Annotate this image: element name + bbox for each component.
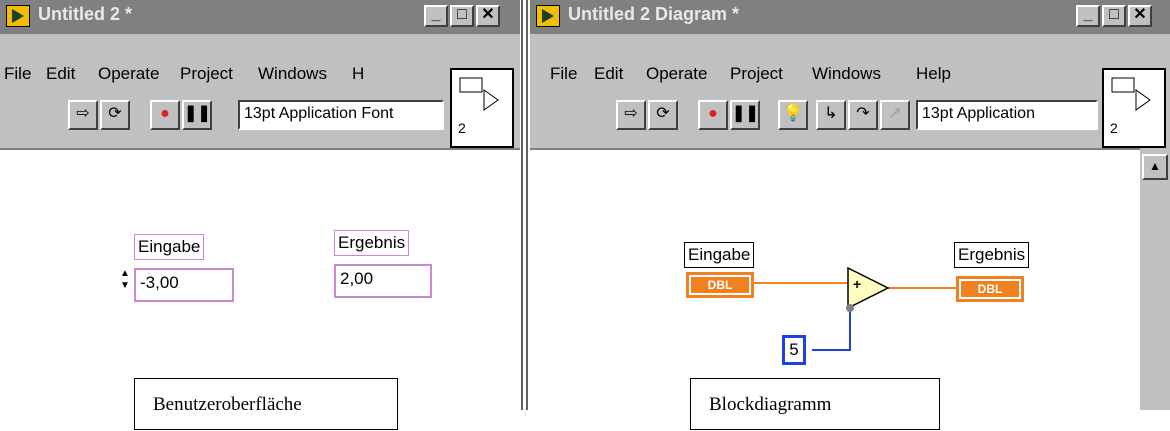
output-label: Ergebnis	[954, 242, 1030, 268]
input-terminal-type: DBL	[691, 277, 749, 293]
window-title: Untitled 2 Diagram *	[568, 4, 740, 24]
title-bar[interactable]: Untitled 2 Diagram * _ □ ✕	[530, 0, 1170, 34]
window-title: Untitled 2 *	[38, 4, 133, 24]
vi-icon-number: 2	[458, 120, 466, 136]
menu-file[interactable]: File	[550, 64, 577, 84]
labview-app-icon	[536, 5, 560, 27]
input-label: Eingabe	[134, 234, 205, 260]
vi-icon-pane[interactable]: 2	[450, 68, 514, 148]
maximize-button[interactable]: □	[1102, 5, 1126, 27]
close-button[interactable]: ✕	[1128, 5, 1152, 27]
run-arrow-icon[interactable]: ⇨	[68, 100, 98, 130]
step-out-icon[interactable]: ↗	[880, 100, 910, 130]
block-diagram-area: Eingabe DBL + Ergebnis DBL 5	[530, 148, 1140, 410]
block-diagram-window: Untitled 2 Diagram * _ □ ✕ File Edit Ope…	[530, 0, 1170, 410]
input-terminal[interactable]: DBL	[686, 272, 754, 298]
run-arrow-icon[interactable]: ⇨	[616, 100, 646, 130]
title-bar[interactable]: Untitled 2 * _ □ ✕	[0, 0, 520, 34]
scroll-up-arrow-icon[interactable]: ▲	[1142, 154, 1168, 180]
input-numeric-control[interactable]: -3,00	[134, 268, 234, 302]
input-label: Eingabe	[684, 242, 755, 268]
constant-wire	[812, 310, 851, 351]
wires	[754, 266, 956, 351]
caption-right: Blockdiagramm	[690, 378, 940, 430]
close-button[interactable]: ✕	[476, 5, 500, 27]
run-continuous-icon[interactable]: ⟳	[648, 100, 678, 130]
increment-arrows-icon[interactable]: ▲ ▼	[120, 268, 132, 302]
output-terminal[interactable]: DBL	[956, 276, 1024, 302]
menu-windows[interactable]: Windows	[258, 64, 327, 84]
menu-operate[interactable]: Operate	[98, 64, 159, 84]
window-separator	[520, 0, 530, 410]
pause-icon[interactable]: ❚❚	[730, 100, 760, 130]
caption-left: Benutzeroberfläche	[134, 378, 398, 430]
labview-app-icon	[6, 5, 30, 27]
font-selector[interactable]: 13pt Application Font	[238, 100, 444, 130]
numeric-constant[interactable]: 5	[782, 335, 806, 365]
abort-icon[interactable]: ●	[150, 100, 180, 130]
vi-icon-number: 2	[1110, 120, 1118, 136]
vi-icon-pane[interactable]: 2	[1102, 68, 1166, 148]
front-panel-window: Untitled 2 * _ □ ✕ File Edit Operate Pro…	[0, 0, 520, 410]
menu-help[interactable]: H	[352, 64, 364, 84]
abort-icon[interactable]: ●	[698, 100, 728, 130]
output-terminal-type: DBL	[961, 281, 1019, 297]
menu-windows[interactable]: Windows	[812, 64, 881, 84]
highlight-execution-icon[interactable]: 💡	[778, 100, 808, 130]
menu-project[interactable]: Project	[730, 64, 783, 84]
menu-edit[interactable]: Edit	[46, 64, 75, 84]
add-symbol: +	[853, 276, 862, 292]
add-terminal-dot	[846, 304, 854, 312]
minimize-button[interactable]: _	[1076, 5, 1100, 27]
menu-help[interactable]: Help	[916, 64, 951, 84]
font-selector[interactable]: 13pt Application	[916, 100, 1098, 130]
maximize-button[interactable]: □	[450, 5, 474, 27]
front-panel-area: Eingabe ▲ ▼ -3,00 Ergebnis 2,00	[0, 148, 520, 410]
minimize-button[interactable]: _	[424, 5, 448, 27]
menu-edit[interactable]: Edit	[594, 64, 623, 84]
vertical-scrollbar[interactable]: ▲	[1140, 150, 1170, 410]
menu-file[interactable]: File	[4, 64, 31, 84]
step-into-icon[interactable]: ↳	[816, 100, 846, 130]
menu-operate[interactable]: Operate	[646, 64, 707, 84]
output-numeric-indicator: 2,00	[334, 264, 432, 298]
output-label: Ergebnis	[334, 230, 410, 256]
step-over-icon[interactable]: ↷	[848, 100, 878, 130]
menu-project[interactable]: Project	[180, 64, 233, 84]
run-continuous-icon[interactable]: ⟳	[100, 100, 130, 130]
pause-icon[interactable]: ❚❚	[182, 100, 212, 130]
